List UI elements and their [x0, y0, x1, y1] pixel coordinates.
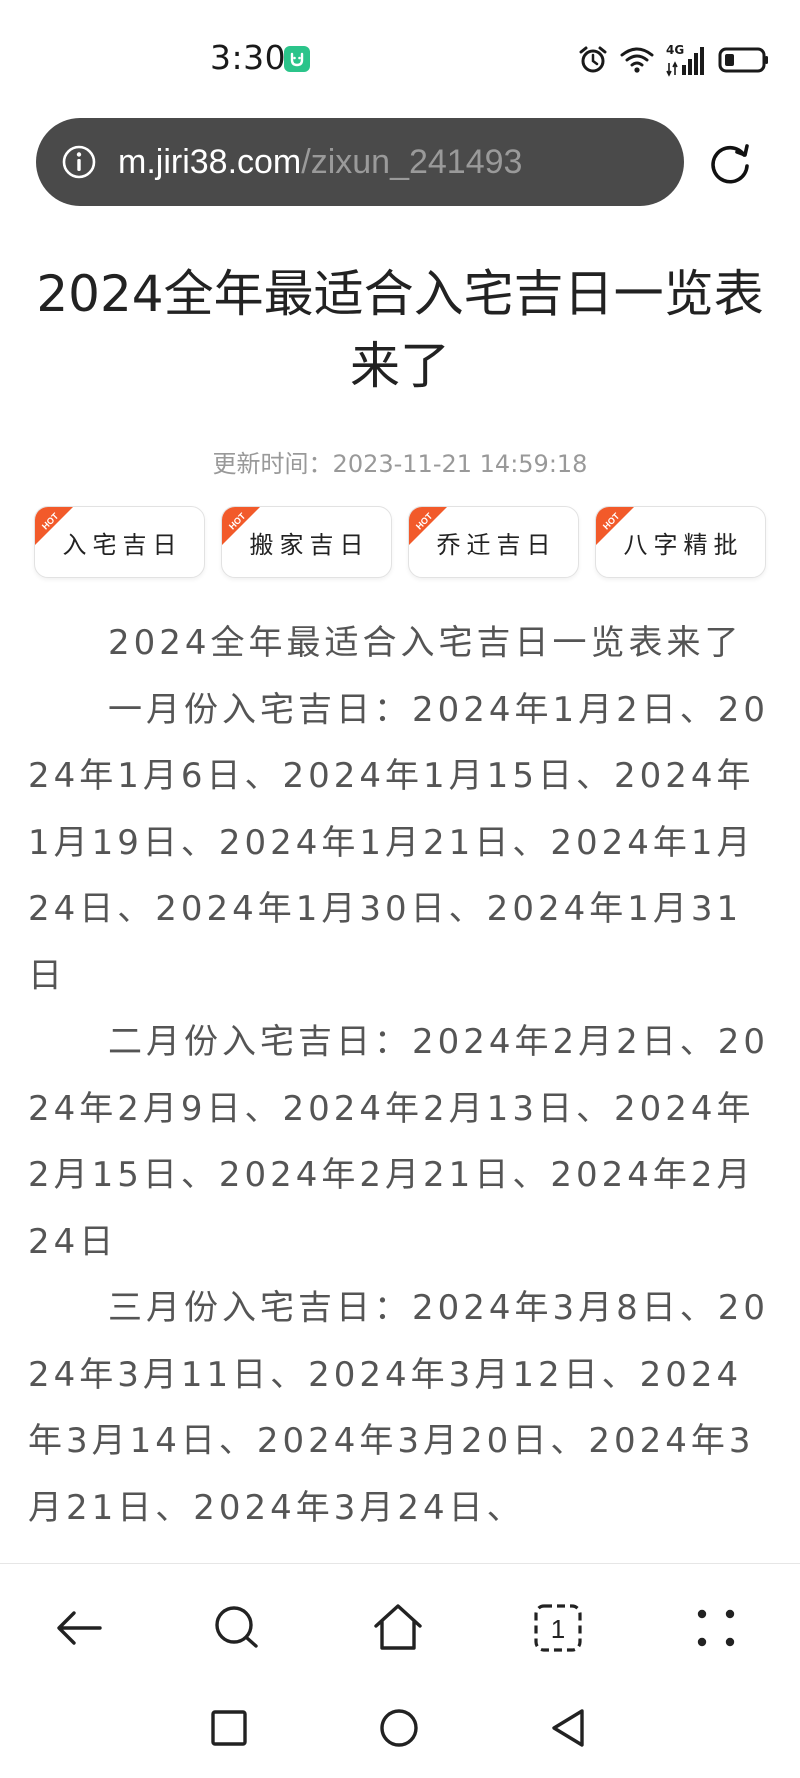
hot-badge-icon: HOT — [409, 507, 447, 545]
system-navigation-bar — [0, 1691, 800, 1778]
search-icon — [215, 1606, 258, 1648]
article-paragraph-february: 二月份入宅吉日：2024年2月2日、2024年2月9日、2024年2月13日、2… — [28, 1022, 770, 1262]
circle-icon — [380, 1709, 418, 1747]
menu-button[interactable] — [688, 1600, 744, 1656]
tag-button-banjia[interactable]: HOT 搬家吉日 — [221, 506, 392, 578]
tag-button-ruzhai[interactable]: HOT 入宅吉日 — [34, 506, 205, 578]
triangle-back-icon — [552, 1709, 584, 1747]
article-paragraph-january: 一月份入宅吉日：2024年1月2日、2024年1月6日、2024年1月15日、2… — [28, 689, 770, 996]
article-title: 2024全年最适合入宅吉日一览表来了 — [36, 265, 764, 395]
signal-icon: 4G — [666, 43, 706, 77]
hot-badge-icon: HOT — [222, 507, 260, 545]
article-content: 2024全年最适合入宅吉日一览表来了 一月份入宅吉日：2024年1月2日、202… — [28, 610, 770, 1555]
tag-label: 搬家吉日 — [249, 530, 370, 559]
home-button[interactable] — [370, 1600, 426, 1656]
url-path: /zixun_241493 — [301, 142, 523, 181]
system-back-button[interactable] — [546, 1705, 592, 1751]
hot-badge-icon: HOT — [596, 507, 634, 545]
battery-icon — [718, 47, 768, 73]
article-paragraph-march: 三月份入宅吉日：2024年3月8日、2024年3月11日、2024年3月12日、… — [28, 1288, 770, 1528]
article-paragraph-intro: 2024全年最适合入宅吉日一览表来了 — [108, 623, 743, 663]
refresh-icon — [711, 144, 749, 184]
url-host: m.jiri38.com — [118, 142, 302, 181]
status-icons: 4G — [578, 40, 770, 80]
svg-text:1: 1 — [551, 1614, 565, 1644]
refresh-button[interactable] — [706, 138, 754, 186]
update-time: 更新时间：2023-11-21 14:59:18 — [212, 450, 588, 478]
tag-label: 入宅吉日 — [62, 530, 183, 559]
url-bar[interactable]: m.jiri38.com/zixun_241493 — [36, 118, 684, 206]
tag-button-bazi[interactable]: HOT 八字精批 — [595, 506, 766, 578]
back-arrow-icon — [57, 1611, 102, 1645]
app-notification-icon — [284, 46, 310, 72]
search-button[interactable] — [210, 1600, 266, 1656]
menu-dots-icon — [697, 1609, 735, 1647]
status-time: 3:30 — [210, 38, 287, 77]
browser-toolbar: 1 — [0, 1563, 800, 1691]
recents-button[interactable] — [206, 1705, 252, 1751]
wifi-icon — [620, 47, 654, 73]
back-button[interactable] — [52, 1600, 108, 1656]
info-icon[interactable] — [60, 143, 98, 181]
system-home-button[interactable] — [376, 1705, 422, 1751]
square-icon — [211, 1710, 247, 1746]
alarm-icon — [579, 46, 607, 73]
tag-row: HOT 入宅吉日 HOT 搬家吉日 HOT 乔迁吉日 HOT 八字精批 — [34, 506, 766, 578]
tag-label: 八字精批 — [623, 530, 744, 559]
hot-badge-icon: HOT — [35, 507, 73, 545]
home-icon — [374, 1604, 422, 1650]
tag-label: 乔迁吉日 — [436, 530, 557, 559]
tabs-button[interactable]: 1 — [530, 1600, 586, 1656]
url-text[interactable]: m.jiri38.com/zixun_241493 — [118, 143, 522, 182]
status-bar: 3:30 4G — [0, 0, 800, 110]
tabs-icon: 1 — [534, 1604, 582, 1652]
tag-button-qiaoqian[interactable]: HOT 乔迁吉日 — [408, 506, 579, 578]
